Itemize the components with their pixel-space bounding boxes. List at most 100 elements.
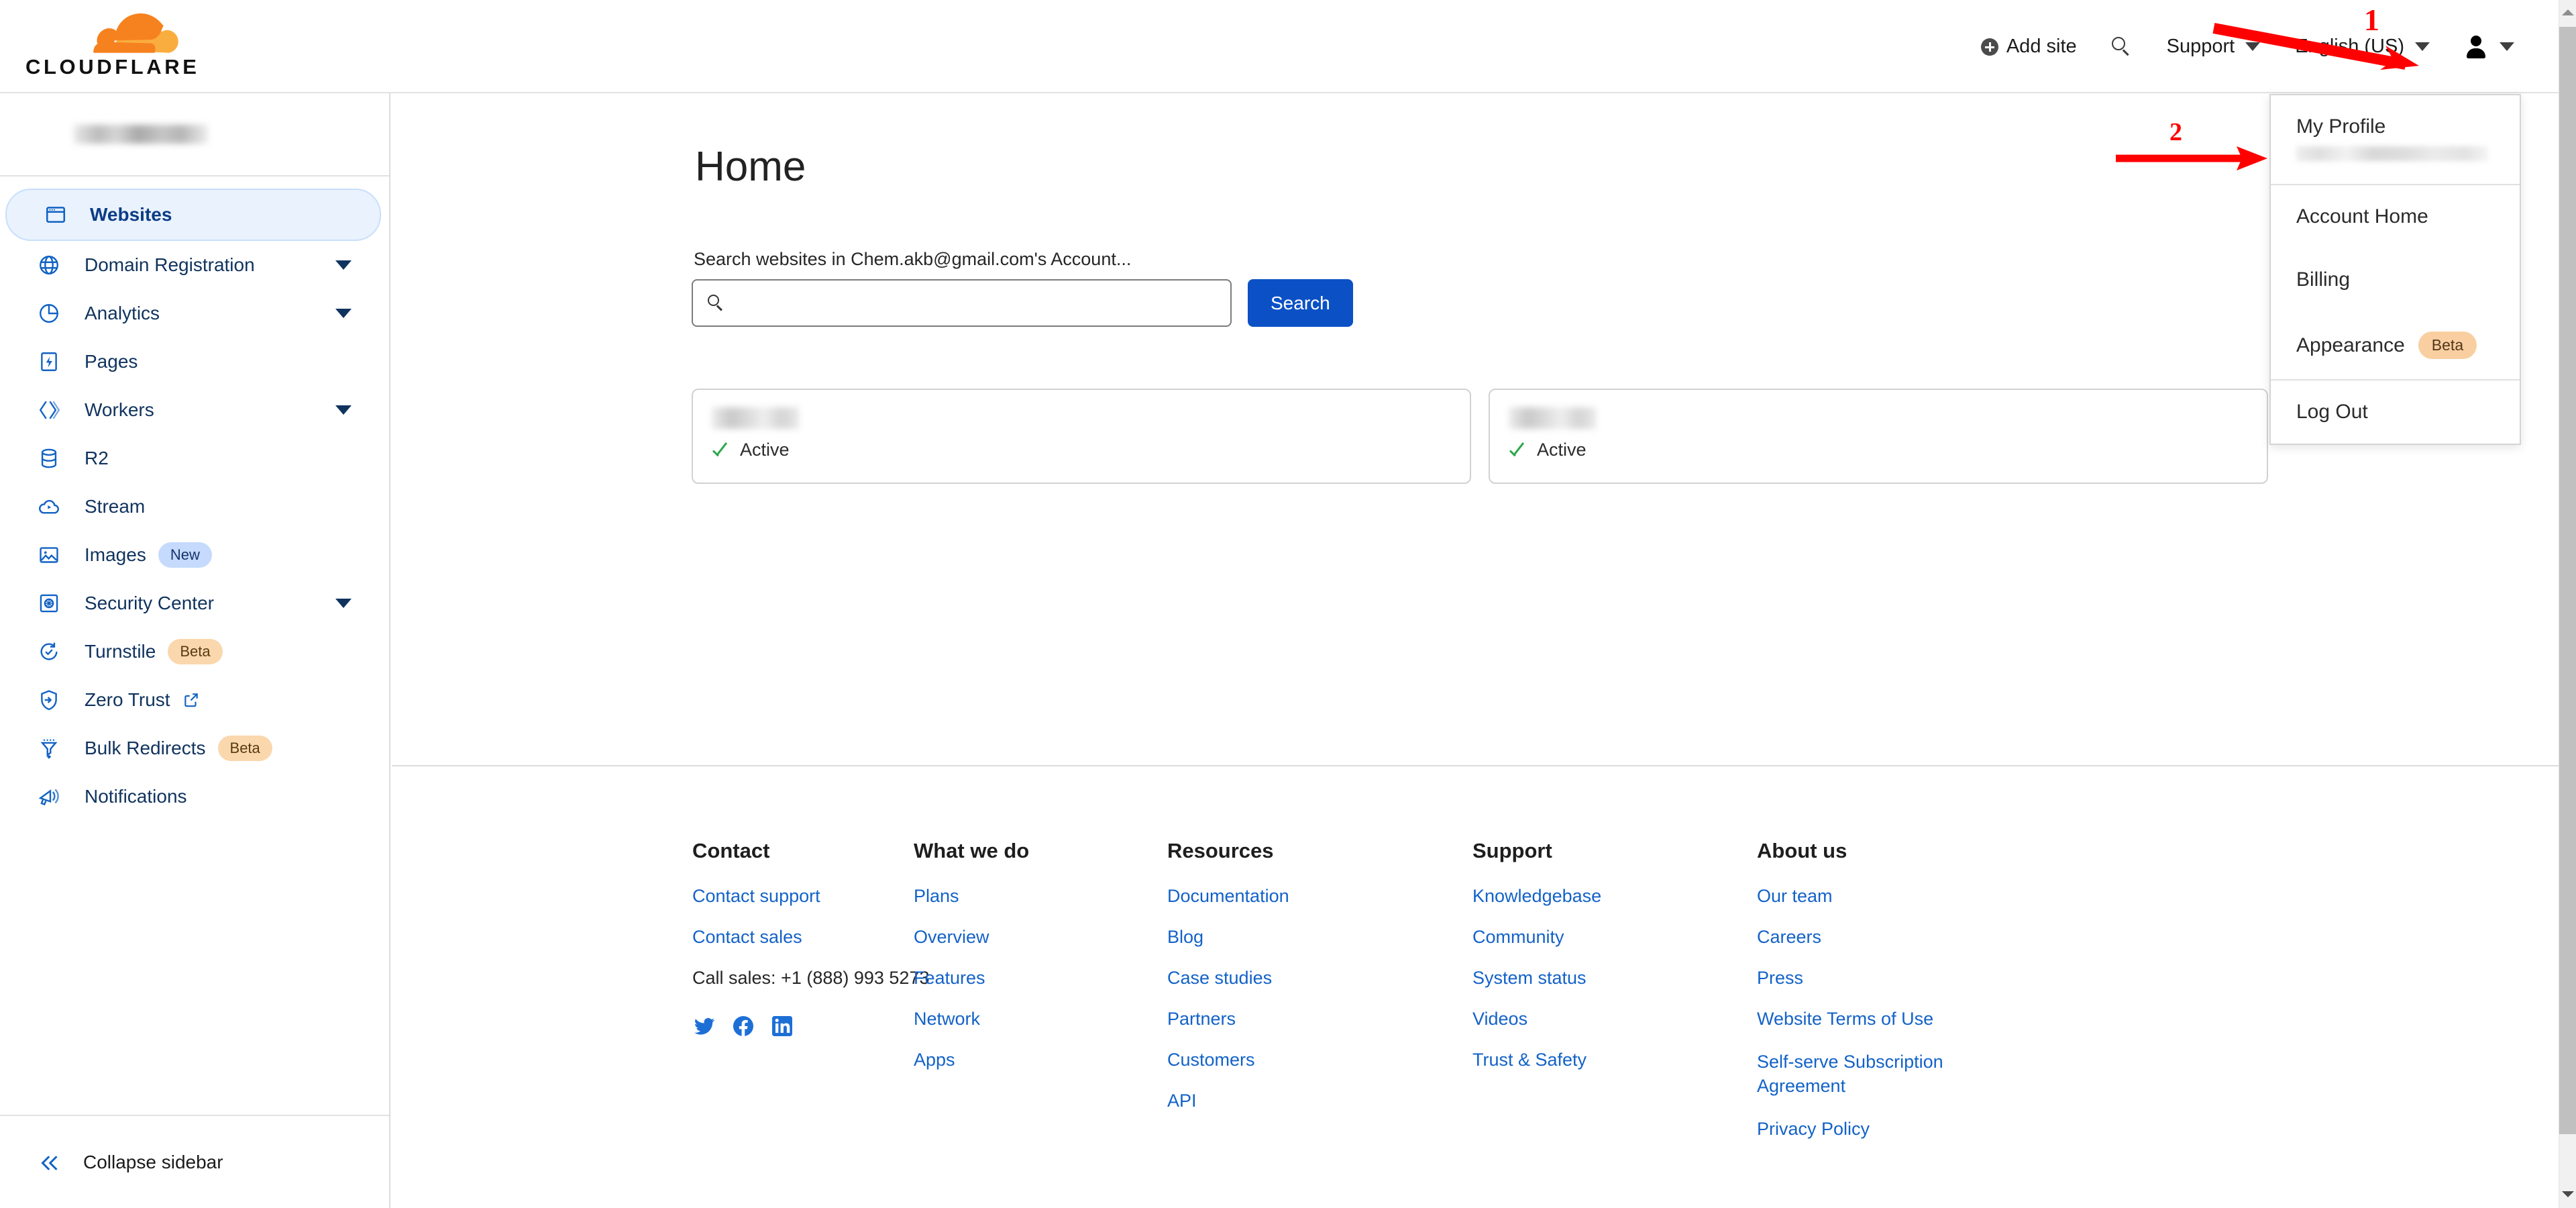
profile-dropdown-group-links: Account Home Billing Appearance Beta — [2271, 185, 2520, 381]
sidebar-item-stream[interactable]: Stream — [0, 483, 389, 531]
cloudflare-logo[interactable]: CLOUDFLARE — [25, 13, 207, 81]
menu-item-label: Billing — [2296, 268, 2351, 291]
footer-link[interactable]: Contact support — [692, 886, 914, 907]
cloudflare-cloud-logo-icon — [78, 13, 205, 54]
site-cards-list: Active Active — [692, 389, 2268, 484]
sidebar-nav: Websites Domain Registration Analytics P… — [0, 177, 389, 821]
status-badge: Active — [712, 440, 1451, 460]
footer-link[interactable]: Trust & Safety — [1472, 1050, 1757, 1070]
footer-link[interactable]: Plans — [914, 886, 1167, 907]
workers-brackets-icon — [38, 399, 60, 421]
footer-link[interactable]: Features — [914, 968, 1167, 989]
sidebar-item-r2[interactable]: R2 — [0, 434, 389, 483]
scrollbar-thumb[interactable] — [2559, 27, 2576, 1134]
chevron-down-icon[interactable] — [335, 309, 352, 318]
zero-trust-shield-icon — [38, 689, 60, 711]
footer-link[interactable]: Our team — [1757, 886, 2012, 907]
database-icon — [38, 447, 60, 470]
scroll-down-arrow-icon[interactable] — [2562, 1191, 2574, 1197]
footer-link[interactable]: Community — [1472, 927, 1757, 948]
menu-item-label: Account Home — [2296, 205, 2428, 228]
site-card[interactable]: Active — [1489, 389, 2268, 484]
avatar-menu-button[interactable] — [2447, 35, 2514, 58]
scroll-up-arrow-icon[interactable] — [2562, 9, 2574, 15]
status-badge: Active — [1509, 440, 2248, 460]
collapse-sidebar-button[interactable]: Collapse sidebar — [0, 1115, 389, 1208]
page-title: Home — [695, 144, 806, 190]
sidebar-item-security-center[interactable]: Security Center — [0, 579, 389, 627]
sidebar-item-workers[interactable]: Workers — [0, 386, 389, 434]
footer-column-resources: Resources Documentation Blog Case studie… — [1167, 839, 1472, 1160]
page-scrollbar[interactable] — [2559, 0, 2576, 1208]
chevron-down-icon[interactable] — [335, 260, 352, 270]
sidebar-item-label: R2 — [85, 448, 109, 468]
sidebar-item-pages[interactable]: Pages — [0, 338, 389, 386]
sidebar-item-bulk-redirects[interactable]: Bulk Redirects Beta — [0, 724, 389, 772]
language-menu[interactable]: English (US) — [2277, 36, 2447, 58]
cloudflare-wordmark: CLOUDFLARE — [25, 55, 200, 79]
footer-link[interactable]: Case studies — [1167, 968, 1472, 989]
footer-link[interactable]: Blog — [1167, 927, 1472, 948]
megaphone-icon — [38, 785, 60, 808]
footer-link[interactable]: Website Terms of Use — [1757, 1009, 2012, 1029]
footer-link[interactable]: Self-serve Subscription Agreement — [1757, 1050, 1978, 1099]
sidebar-item-notifications[interactable]: Notifications — [0, 772, 389, 821]
menu-item-appearance[interactable]: Appearance Beta — [2271, 311, 2520, 379]
footer-link[interactable]: Videos — [1472, 1009, 1757, 1029]
sidebar-item-analytics[interactable]: Analytics — [0, 289, 389, 338]
turnstile-check-icon — [38, 640, 60, 663]
sidebar-item-label: Turnstile — [85, 641, 156, 662]
footer-link[interactable]: Documentation — [1167, 886, 1472, 907]
search-button[interactable]: Search — [1248, 279, 1353, 327]
footer-link[interactable]: Customers — [1167, 1050, 1472, 1070]
sidebar-item-label: Domain Registration — [85, 254, 255, 275]
linkedin-icon[interactable] — [770, 1014, 794, 1042]
support-menu[interactable]: Support — [2149, 36, 2278, 58]
footer-column-title: Support — [1472, 839, 1552, 862]
site-name-redacted — [712, 407, 799, 429]
sidebar-account-selector[interactable] — [0, 93, 389, 177]
sidebar-item-websites[interactable]: Websites — [5, 189, 381, 241]
sidebar-item-domain-registration[interactable]: Domain Registration — [0, 241, 389, 289]
twitter-icon[interactable] — [692, 1014, 716, 1042]
my-profile-item[interactable]: My Profile — [2271, 95, 2520, 184]
collapse-sidebar-label: Collapse sidebar — [83, 1151, 223, 1172]
menu-item-account-home[interactable]: Account Home — [2271, 185, 2520, 248]
footer-link[interactable]: Overview — [914, 927, 1167, 948]
sidebar-item-zero-trust[interactable]: Zero Trust — [0, 676, 389, 724]
add-site-button[interactable]: Add site — [1964, 36, 2094, 58]
footer-column-title: Resources — [1167, 839, 1274, 862]
menu-item-log-out[interactable]: Log Out — [2271, 381, 2520, 444]
footer-column-title: Contact — [692, 839, 770, 862]
facebook-icon[interactable] — [731, 1014, 755, 1042]
sidebar-item-images[interactable]: Images New — [0, 531, 389, 579]
footer-link[interactable]: Partners — [1167, 1009, 1472, 1029]
footer-column-support: Support Knowledgebase Community System s… — [1472, 839, 1757, 1160]
sidebar-item-turnstile[interactable]: Turnstile Beta — [0, 627, 389, 676]
footer-link[interactable]: Careers — [1757, 927, 2012, 948]
sidebar-item-label: Analytics — [85, 303, 160, 323]
search-input[interactable] — [725, 281, 1230, 325]
chevron-down-icon[interactable] — [335, 405, 352, 415]
search-input-wrapper[interactable] — [692, 279, 1232, 327]
image-icon — [38, 544, 60, 566]
footer-link[interactable]: Contact sales — [692, 927, 914, 948]
security-shield-icon — [38, 592, 60, 615]
header-search-button[interactable] — [2094, 36, 2149, 57]
plus-circle-icon — [1980, 38, 1998, 56]
footer-link[interactable]: Press — [1757, 968, 2012, 989]
menu-item-billing[interactable]: Billing — [2271, 248, 2520, 311]
footer-link[interactable]: API — [1167, 1091, 1472, 1111]
chevron-down-icon — [2245, 42, 2261, 51]
menu-item-label: Log Out — [2296, 401, 2368, 423]
sidebar: Websites Domain Registration Analytics P… — [0, 93, 390, 1208]
footer-link[interactable]: System status — [1472, 968, 1757, 989]
footer-column-contact: Contact Contact support Contact sales Ca… — [692, 839, 929, 1160]
site-card[interactable]: Active — [692, 389, 1471, 484]
footer-link[interactable]: Knowledgebase — [1472, 886, 1757, 907]
footer-link[interactable]: Apps — [914, 1050, 1167, 1070]
chevron-down-icon[interactable] — [335, 599, 352, 608]
footer-link[interactable]: Network — [914, 1009, 1167, 1029]
chevrons-left-icon — [38, 1151, 62, 1174]
footer-link[interactable]: Privacy Policy — [1757, 1119, 2012, 1140]
